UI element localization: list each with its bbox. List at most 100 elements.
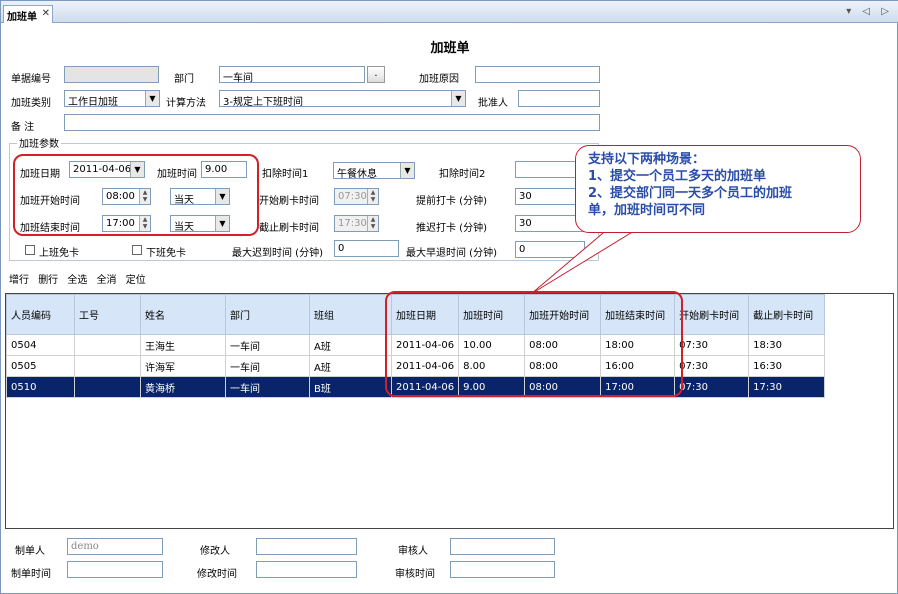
tab-nav-icons[interactable]: ▾ ◁ ▷ xyxy=(846,6,893,17)
cell[interactable]: 17:30 xyxy=(748,376,826,398)
cell[interactable] xyxy=(74,355,141,377)
select-all-button[interactable]: 全选 xyxy=(67,275,87,286)
type-label: 加班类别 xyxy=(11,98,51,109)
calc-select[interactable]: 3-规定上下班时间 ▼ xyxy=(219,90,466,108)
cell[interactable]: 一车间 xyxy=(225,355,310,377)
end-card-field[interactable]: 17:30 ▲ ▼ xyxy=(334,215,379,232)
doc-no-label: 单据编号 xyxy=(11,74,51,85)
dept-label: 部门 xyxy=(174,74,194,85)
page-title: 加班单 xyxy=(430,41,470,56)
grid-highlight-box xyxy=(385,291,683,397)
callout-line: 1、提交一个员工多天的加班单 xyxy=(588,169,767,184)
cell[interactable]: 一车间 xyxy=(225,334,310,356)
grid-toolbar: 增行 删行 全选 全消 定位 xyxy=(9,271,152,289)
cell[interactable]: 0505 xyxy=(6,355,75,377)
creator-field[interactable]: demo xyxy=(67,538,163,555)
cell[interactable]: A班 xyxy=(309,355,392,377)
approver-field[interactable] xyxy=(518,90,600,107)
params-group-label: 加班参数 xyxy=(17,135,61,150)
tab-label: 加班单 xyxy=(7,12,37,23)
reason-field[interactable] xyxy=(475,66,600,83)
col-header[interactable]: 截止刷卡时间 xyxy=(748,294,826,335)
cell[interactable]: 一车间 xyxy=(225,376,310,398)
app-window: 加班单 ✕ ▾ ◁ ▷ 加班单 单据编号 部门 一车间 . 加班原因 加班类别 … xyxy=(0,0,898,594)
locate-button[interactable]: 定位 xyxy=(126,275,146,286)
chevron-down-icon[interactable]: ▼ xyxy=(400,163,414,178)
dept-picker-button[interactable]: . xyxy=(367,66,385,83)
close-icon[interactable]: ✕ xyxy=(42,8,50,19)
audit-time-field[interactable] xyxy=(450,561,555,578)
exempt-on-checkbox[interactable] xyxy=(25,245,35,255)
start-card-value: 07:30 xyxy=(338,191,367,202)
deduct1-label: 扣除时间1 xyxy=(262,169,309,180)
col-header[interactable]: 班组 xyxy=(309,294,392,335)
max-late-label: 最大迟到时间 (分钟) xyxy=(232,248,323,259)
cell[interactable]: A班 xyxy=(309,334,392,356)
creator-label: 制单人 xyxy=(15,546,45,557)
deduct2-label: 扣除时间2 xyxy=(439,169,486,180)
col-header[interactable]: 开始刷卡时间 xyxy=(674,294,750,335)
cell[interactable]: 16:30 xyxy=(748,355,826,377)
tab-overtime-form[interactable]: 加班单 ✕ xyxy=(3,5,53,23)
col-header[interactable]: 部门 xyxy=(225,294,310,335)
cell[interactable]: B班 xyxy=(309,376,392,398)
create-time-field[interactable] xyxy=(67,561,163,578)
cell[interactable] xyxy=(74,376,141,398)
remark-label: 备 注 xyxy=(11,122,35,133)
remark-field[interactable] xyxy=(64,114,600,131)
callout-line: 支持以下两种场景： xyxy=(588,152,706,167)
max-late-field[interactable]: 0 xyxy=(334,240,399,257)
cell[interactable]: 07:30 xyxy=(674,376,750,398)
col-header[interactable]: 姓名 xyxy=(140,294,226,335)
start-card-label: 开始刷卡时间 xyxy=(259,196,319,207)
cell[interactable]: 黄海桥 xyxy=(140,376,226,398)
params-highlight-box xyxy=(13,154,259,236)
calc-select-value: 3-规定上下班时间 xyxy=(223,97,303,108)
callout-line: 2、提交部门同一天多个员工的加班 xyxy=(588,186,793,201)
chevron-down-icon[interactable]: ▼ xyxy=(451,91,465,106)
doc-no-field[interactable] xyxy=(64,66,159,83)
col-header[interactable]: 人员编码 xyxy=(6,294,75,335)
end-card-label: 截止刷卡时间 xyxy=(259,223,319,234)
callout-line: 单，加班时间可不同 xyxy=(588,203,706,218)
cell[interactable]: 18:30 xyxy=(748,334,826,356)
exempt-off-checkbox[interactable] xyxy=(132,245,142,255)
calc-label: 计算方法 xyxy=(166,98,206,109)
end-card-value: 17:30 xyxy=(338,218,367,229)
clear-all-button[interactable]: 全消 xyxy=(97,275,117,286)
cell[interactable] xyxy=(74,334,141,356)
spinner-icon[interactable]: ▲ ▼ xyxy=(367,216,378,231)
cell[interactable]: 0504 xyxy=(6,334,75,356)
col-header[interactable]: 工号 xyxy=(74,294,141,335)
cell[interactable]: 07:30 xyxy=(674,355,750,377)
cell[interactable]: 0510 xyxy=(6,376,75,398)
early-label: 提前打卡 (分钟) xyxy=(416,196,487,207)
auditor-label: 审核人 xyxy=(398,546,428,557)
dept-field[interactable]: 一车间 xyxy=(219,66,365,83)
cell[interactable]: 07:30 xyxy=(674,334,750,356)
add-row-button[interactable]: 增行 xyxy=(9,275,29,286)
type-select[interactable]: 工作日加班 ▼ xyxy=(64,90,160,108)
delete-row-button[interactable]: 删行 xyxy=(38,275,58,286)
type-select-value: 工作日加班 xyxy=(68,97,118,108)
create-time-label: 制单时间 xyxy=(11,569,51,580)
modifier-label: 修改人 xyxy=(200,546,230,557)
exempt-on-label: 上班免卡 xyxy=(39,248,79,259)
cell[interactable]: 许海军 xyxy=(140,355,226,377)
modify-time-label: 修改时间 xyxy=(197,569,237,580)
deduct1-select[interactable]: 午餐休息 ▼ xyxy=(333,162,415,180)
auditor-field[interactable] xyxy=(450,538,555,555)
callout-pointer xyxy=(530,227,641,295)
chevron-down-icon[interactable]: ▼ xyxy=(145,91,159,106)
max-early-label: 最大早退时间 (分钟) xyxy=(406,248,497,259)
start-card-field[interactable]: 07:30 ▲ ▼ xyxy=(334,188,379,205)
exempt-off-label: 下班免卡 xyxy=(146,248,186,259)
modify-time-field[interactable] xyxy=(256,561,357,578)
modifier-field[interactable] xyxy=(256,538,357,555)
cell[interactable]: 王海生 xyxy=(140,334,226,356)
tab-strip: 加班单 ✕ ▾ ◁ ▷ xyxy=(1,1,898,23)
deduct1-value: 午餐休息 xyxy=(337,169,377,180)
spinner-icon[interactable]: ▲ ▼ xyxy=(367,189,378,204)
approver-label: 批准人 xyxy=(478,98,508,109)
reason-label: 加班原因 xyxy=(419,74,459,85)
